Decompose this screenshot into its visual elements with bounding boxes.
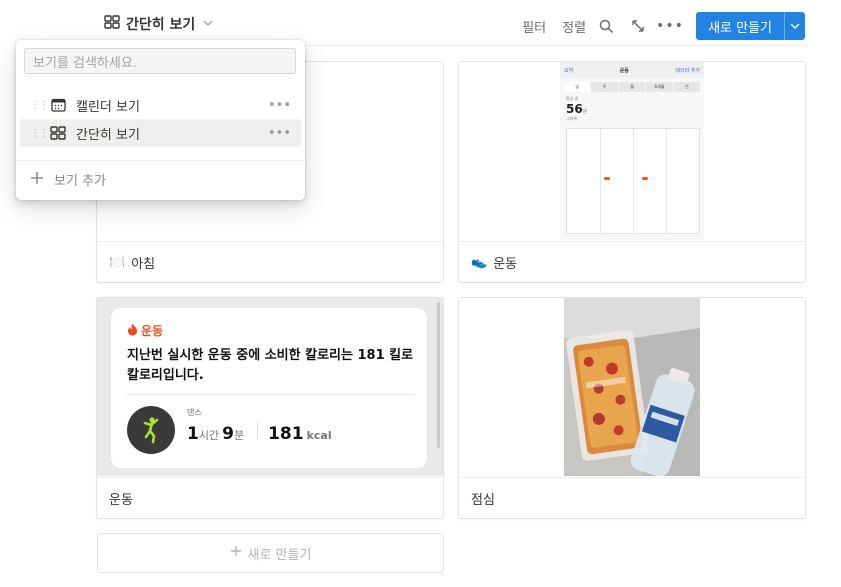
view-item-calendar[interactable]: ⋮⋮ 캘린더 보기 •••	[20, 91, 301, 119]
current-view-label: 간단히 보기	[126, 17, 196, 33]
sort-button[interactable]: 정렬	[562, 17, 586, 36]
card-footer: 운동	[97, 477, 443, 518]
stats-divider	[257, 421, 259, 439]
lunch-photo	[564, 298, 700, 476]
phone-range-label: 그제께	[566, 116, 578, 121]
phone-grid-line	[633, 129, 634, 233]
new-card-button[interactable]: 새로 만들기	[97, 533, 444, 573]
card-title: 운동	[109, 492, 133, 508]
more-icon[interactable]: •••	[268, 98, 291, 113]
workout-kcal-unit: kcal	[306, 429, 332, 442]
plus-icon	[30, 171, 44, 189]
workout-minutes: 9	[222, 424, 234, 444]
phone-nav: 요약 운동 데이터 추가	[560, 62, 704, 78]
more-icon[interactable]: •••	[268, 126, 291, 141]
view-search-input[interactable]: 보기를 검색하세요.	[24, 48, 296, 74]
view-switcher[interactable]: 간단히 보기	[104, 14, 213, 34]
add-view-label: 보기 추가	[54, 174, 106, 189]
card-cover: 요약 운동 데이터 추가 일 주 월 6개월 년 평균 총 56분 그제께	[459, 62, 805, 241]
view-search-placeholder: 보기를 검색하세요.	[33, 55, 137, 71]
phone-segment: 일	[564, 82, 591, 92]
new-card-label: 새로 만들기	[247, 547, 312, 563]
scrollbar[interactable]	[437, 302, 440, 448]
workout-minutes-unit: 분	[233, 429, 245, 442]
new-button[interactable]: 새로 만들기	[696, 12, 805, 40]
card-cover	[459, 298, 805, 477]
phone-chart	[566, 128, 700, 234]
card-footer: 점심	[459, 477, 805, 518]
drag-handle-icon[interactable]: ⋮⋮	[30, 100, 49, 111]
calendar-icon	[50, 97, 66, 113]
expand-icon[interactable]	[628, 16, 648, 36]
workout-stats: 1 시간 9 분 181 kcal	[187, 421, 335, 444]
workout-hours: 1	[187, 424, 199, 444]
phone-back-link: 요약	[564, 67, 574, 74]
gallery-card[interactable]: 요약 운동 데이터 추가 일 주 월 6개월 년 평균 총 56분 그제께 👟 …	[458, 61, 806, 283]
gallery-card[interactable]: 점심	[458, 297, 806, 519]
phone-grid-line	[600, 129, 601, 233]
card-title: 운동	[493, 256, 518, 272]
workout-kcal: 181	[268, 424, 304, 444]
view-menu: 보기를 검색하세요. ⋮⋮ 캘린더 보기 ••• ⋮⋮ 간단히 보기 ••• 보…	[16, 40, 305, 200]
view-item-label: 캘린더 보기	[76, 99, 140, 115]
workout-header: 운동	[127, 322, 163, 339]
phone-action: 데이터 추가	[675, 67, 700, 74]
phone-title: 운동	[619, 67, 629, 74]
chevron-down-icon[interactable]	[784, 12, 805, 40]
new-button-label[interactable]: 새로 만들기	[696, 12, 784, 40]
workout-summary-card: 운동 지난번 실시한 운동 중에 소비한 칼로리는 181 킬로칼로리입니다. …	[111, 308, 427, 468]
phone-segment-control: 일 주 월 6개월 년	[564, 82, 701, 92]
card-footer: 🍽️ 아침	[97, 241, 443, 282]
view-item-label: 간단히 보기	[76, 127, 140, 143]
phone-chart-mark	[604, 177, 610, 180]
phone-segment: 6개월	[646, 82, 673, 92]
phone-chart-mark	[642, 177, 648, 180]
filter-button[interactable]: 필터	[522, 17, 546, 36]
add-view-button[interactable]: 보기 추가	[30, 170, 106, 189]
phone-segment: 월	[618, 82, 646, 92]
workout-type: 댄스	[187, 408, 202, 417]
chevron-down-icon	[203, 19, 213, 30]
card-footer: 👟 운동	[459, 241, 805, 282]
phone-metric-unit: 분	[582, 109, 588, 115]
search-icon[interactable]	[596, 16, 616, 36]
phone-segment: 주	[591, 82, 618, 92]
dance-icon	[127, 406, 175, 454]
menu-divider	[16, 160, 305, 161]
plus-icon	[230, 545, 242, 561]
health-app-screenshot: 요약 운동 데이터 추가 일 주 월 6개월 년 평균 총 56분 그제께	[560, 62, 704, 240]
workout-header-label: 운동	[141, 324, 164, 338]
view-item-gallery[interactable]: ⋮⋮ 간단히 보기 •••	[20, 119, 301, 147]
sneaker-icon: 👟	[471, 254, 488, 270]
gallery-icon	[104, 15, 120, 33]
card-title: 아침	[131, 256, 156, 272]
workout-message: 지난번 실시한 운동 중에 소비한 칼로리는 181 킬로칼로리입니다.	[127, 348, 414, 383]
phone-metric-value: 56분	[566, 102, 704, 116]
workout-hours-unit: 시간	[198, 429, 220, 442]
gallery-icon	[50, 125, 66, 141]
phone-grid-line	[666, 129, 667, 233]
fork-knife-icon: 🍽️	[109, 254, 126, 270]
drag-handle-icon[interactable]: ⋮⋮	[30, 128, 49, 139]
card-cover: 운동 지난번 실시한 운동 중에 소비한 칼로리는 181 킬로칼로리입니다. …	[97, 298, 443, 477]
more-icon[interactable]: •••	[656, 16, 683, 36]
flame-icon	[127, 323, 138, 339]
gallery-card[interactable]: 운동 지난번 실시한 운동 중에 소비한 칼로리는 181 킬로칼로리입니다. …	[96, 297, 444, 519]
phone-segment: 년	[673, 82, 701, 92]
workout-divider	[127, 394, 413, 395]
card-title: 점심	[471, 492, 495, 508]
phone-metric-number: 56	[566, 102, 583, 116]
